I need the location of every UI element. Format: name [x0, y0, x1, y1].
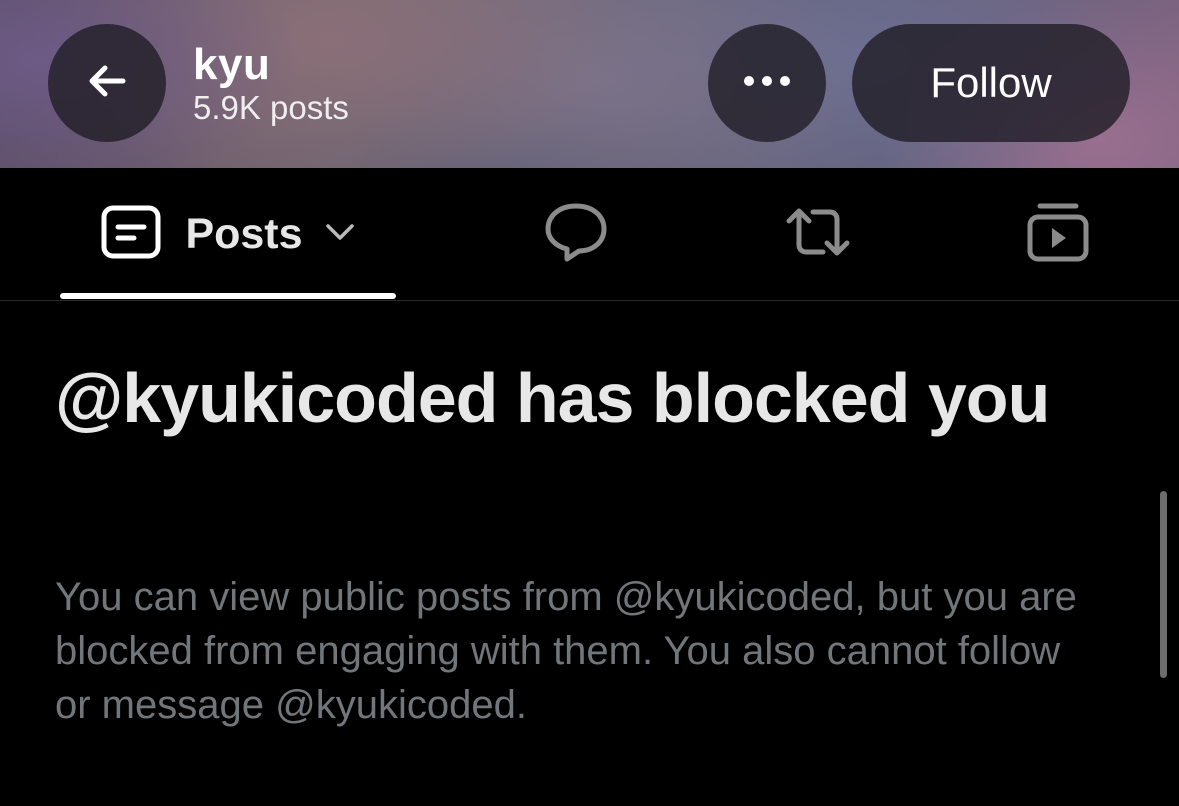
posts-icon: [101, 205, 161, 264]
tab-posts[interactable]: Posts: [60, 168, 396, 300]
more-options-button[interactable]: [708, 24, 826, 142]
blocked-description: You can view public posts from @kyukicod…: [55, 575, 1077, 727]
chevron-down-icon[interactable]: [325, 223, 355, 246]
profile-title-block: kyu 5.9K posts: [193, 42, 349, 128]
more-horizontal-icon: [742, 74, 792, 93]
post-count: 5.9K posts: [193, 89, 349, 126]
follow-button[interactable]: Follow: [852, 24, 1130, 142]
back-button[interactable]: [48, 24, 166, 142]
media-play-icon: [1026, 201, 1090, 268]
tab-media[interactable]: [998, 168, 1118, 300]
arrow-left-icon: [83, 57, 131, 110]
tab-reposts[interactable]: [758, 168, 878, 300]
active-tab-indicator: [60, 293, 396, 299]
blocked-heading: @kyukicoded has blocked you: [55, 359, 1050, 437]
tab-posts-label: Posts: [185, 209, 303, 258]
tab-replies[interactable]: [516, 168, 636, 300]
profile-header: kyu 5.9K posts Follow: [0, 0, 1179, 168]
reply-bubble-icon: [543, 201, 609, 268]
profile-name: kyu: [193, 40, 271, 89]
scrollbar[interactable]: [1160, 491, 1167, 678]
profile-tab-bar: Posts: [0, 168, 1179, 301]
profile-page: kyu 5.9K posts Follow Posts @kyukicoded …: [0, 0, 1179, 806]
repost-icon: [783, 205, 853, 264]
